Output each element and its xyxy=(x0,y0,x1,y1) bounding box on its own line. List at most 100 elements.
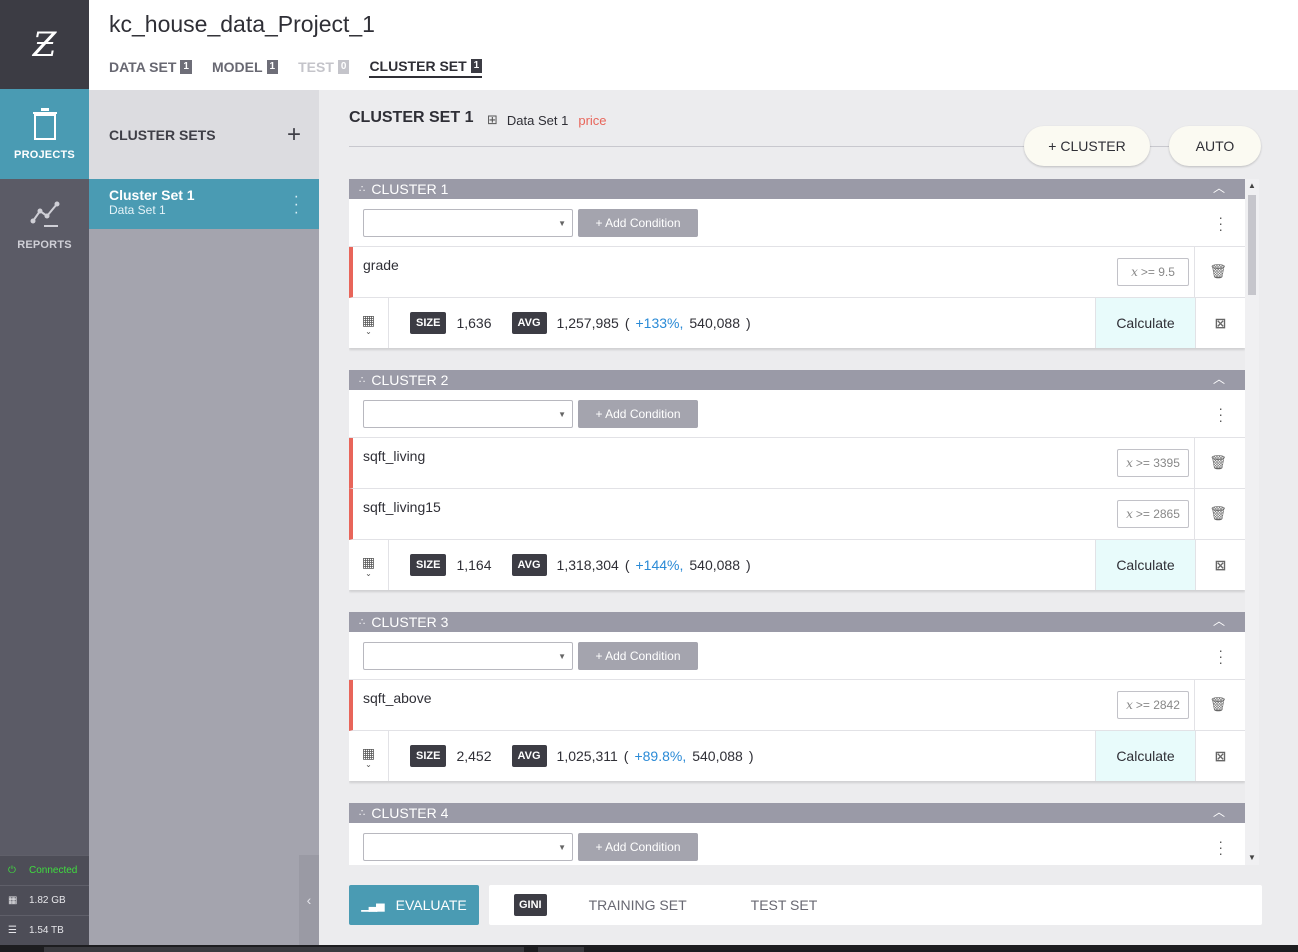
trash-icon[interactable]: 🗑 xyxy=(1209,263,1227,280)
add-cluster-set-button[interactable]: + xyxy=(287,121,301,149)
nav-reports[interactable]: REPORTS xyxy=(0,179,89,269)
calculator-icon[interactable]: ▦ ⌄ xyxy=(349,540,389,590)
condition-row: sqft_living15 x >= 2865 🗑 xyxy=(349,489,1245,540)
cluster-toolbar: ▼ + Add Condition · · · xyxy=(349,390,1245,438)
cluster-set-dataset: Data Set 1 xyxy=(109,203,166,217)
drag-handle-icon[interactable]: ∴ xyxy=(359,617,365,628)
kebab-menu-icon[interactable]: · · · xyxy=(1218,643,1223,669)
size-value: 1,636 xyxy=(456,315,492,331)
connection-status-label: Connected xyxy=(29,865,78,876)
range-input[interactable]: x >= 2865 xyxy=(1117,500,1189,528)
dataset-name[interactable]: Data Set 1 xyxy=(507,113,568,128)
variable-select[interactable]: ▼ xyxy=(363,208,573,237)
add-condition-button[interactable]: + Add Condition xyxy=(578,641,698,670)
variable-select[interactable]: ▼ xyxy=(363,641,573,670)
excel-export-icon[interactable]: ⊠ xyxy=(1195,298,1245,348)
divider xyxy=(349,146,1045,147)
tab-data-set-count: 1 xyxy=(180,60,192,74)
chevron-left-icon: ‹ xyxy=(306,892,312,908)
test-set-option[interactable]: TEST SET xyxy=(751,897,818,913)
scroll-up-icon[interactable]: ▲ xyxy=(1248,181,1256,190)
nav-projects[interactable]: PROJECTS xyxy=(0,89,89,179)
add-condition-button[interactable]: + Add Condition xyxy=(578,208,698,237)
divider xyxy=(1194,438,1195,488)
trash-icon[interactable]: 🗑 xyxy=(1209,696,1227,713)
avg-percent: +133%, xyxy=(635,315,684,331)
training-set-option[interactable]: TRAINING SET xyxy=(589,897,687,913)
tab-cluster-set-label: CLUSTER SET xyxy=(369,58,467,74)
trash-can-icon xyxy=(32,107,58,141)
cluster-set-name: Cluster Set 1 xyxy=(109,187,195,203)
sidebar-header: CLUSTER SETS + xyxy=(89,90,319,179)
drag-handle-icon[interactable]: ∴ xyxy=(359,184,365,195)
variable-select[interactable]: ▼ xyxy=(363,399,573,428)
nav-projects-label: PROJECTS xyxy=(14,149,75,161)
table-grid-icon: ⊞ xyxy=(487,112,498,127)
chevron-up-icon[interactable]: ︿ xyxy=(1213,179,1225,196)
drag-handle-icon[interactable]: ∴ xyxy=(359,375,365,386)
variable-select[interactable]: ▼ xyxy=(363,832,573,861)
condition-variable: grade xyxy=(363,257,399,273)
memory-icon: ▦ xyxy=(8,895,18,906)
baseline-avg: 540,088 xyxy=(692,748,743,764)
condition-variable: sqft_above xyxy=(363,690,432,706)
kebab-menu-icon[interactable]: · · · xyxy=(294,189,299,221)
calculate-button[interactable]: Calculate xyxy=(1095,540,1195,590)
avg-value: 1,318,304 xyxy=(556,557,619,573)
range-value: >= 2842 xyxy=(1135,698,1180,712)
range-input[interactable]: x >= 9.5 xyxy=(1117,258,1189,286)
sidebar-item-cluster-set-1[interactable]: Cluster Set 1 Data Set 1 · · · xyxy=(89,179,319,229)
calculator-icon[interactable]: ▦ ⌄ xyxy=(349,731,389,781)
kebab-menu-icon[interactable]: · · · xyxy=(1218,401,1223,427)
scroll-down-icon[interactable]: ▼ xyxy=(1248,853,1256,862)
tab-data-set[interactable]: DATA SET 1 xyxy=(109,58,192,78)
range-variable: x xyxy=(1126,507,1133,521)
range-value: >= 9.5 xyxy=(1140,265,1175,279)
excel-export-icon[interactable]: ⊠ xyxy=(1195,540,1245,590)
chevron-up-icon[interactable]: ︿ xyxy=(1213,612,1225,629)
kebab-menu-icon[interactable]: · · · xyxy=(1218,210,1223,236)
app-logo[interactable]: Ƶ xyxy=(0,0,89,89)
dataset-reference: ⊞ Data Set 1 price xyxy=(487,112,607,128)
range-value: >= 2865 xyxy=(1135,507,1180,521)
scrollbar-thumb[interactable] xyxy=(1248,195,1256,295)
condition-row: grade x >= 9.5 🗑 xyxy=(349,247,1245,298)
add-condition-button[interactable]: + Add Condition xyxy=(578,399,698,428)
calculator-icon[interactable]: ▦ ⌄ xyxy=(349,298,389,348)
collapse-sidebar-button[interactable]: ‹ xyxy=(299,855,319,945)
divider xyxy=(1194,680,1195,730)
drag-handle-icon[interactable]: ∴ xyxy=(359,808,365,819)
tab-cluster-set[interactable]: CLUSTER SET 1 xyxy=(369,58,483,78)
baseline-avg: 540,088 xyxy=(689,315,740,331)
calculate-button[interactable]: Calculate xyxy=(1095,731,1195,781)
tab-test[interactable]: TEST 0 xyxy=(298,58,350,78)
chevron-up-icon[interactable]: ︿ xyxy=(1213,370,1225,387)
cluster-stats: ▦ ⌄ SIZE 2,452 AVG 1,025,311 ( +89.8%, 54… xyxy=(349,731,1245,781)
trash-icon[interactable]: 🗑 xyxy=(1209,505,1227,522)
kebab-menu-icon[interactable]: · · · xyxy=(1218,834,1223,860)
cluster-stats: ▦ ⌄ SIZE 1,164 AVG 1,318,304 ( +144%, 540… xyxy=(349,540,1245,590)
cluster-card: ∴ CLUSTER 4 ︿ ▼ + Add Condition · · · xyxy=(349,803,1245,865)
paren-close: ) xyxy=(748,748,754,764)
cluster-header[interactable]: ∴ CLUSTER 3 ︿ xyxy=(349,612,1245,632)
add-cluster-button[interactable]: + CLUSTER xyxy=(1024,126,1150,166)
auto-button[interactable]: AUTO xyxy=(1169,126,1261,166)
disk-icon: ☰ xyxy=(8,925,17,936)
baseline-avg: 540,088 xyxy=(689,557,740,573)
trash-icon[interactable]: 🗑 xyxy=(1209,454,1227,471)
range-input[interactable]: x >= 2842 xyxy=(1117,691,1189,719)
cluster-card: ∴ CLUSTER 3 ︿ ▼ + Add Condition · · · sqft… xyxy=(349,612,1245,781)
cluster-list-scrollbar[interactable]: ▲ ▼ xyxy=(1245,179,1259,865)
calculate-button[interactable]: Calculate xyxy=(1095,298,1195,348)
evaluate-button[interactable]: ▁▃▅ EVALUATE xyxy=(349,885,479,925)
memory-status: ▦ 1.82 GB xyxy=(0,885,89,915)
cluster-header[interactable]: ∴ CLUSTER 2 ︿ xyxy=(349,370,1245,390)
tab-model[interactable]: MODEL 1 xyxy=(212,58,279,78)
range-input[interactable]: x >= 3395 xyxy=(1117,449,1189,477)
cluster-header[interactable]: ∴ CLUSTER 4 ︿ xyxy=(349,803,1245,823)
excel-export-icon[interactable]: ⊠ xyxy=(1195,731,1245,781)
cluster-header[interactable]: ∴ CLUSTER 1 ︿ xyxy=(349,179,1245,199)
add-condition-button[interactable]: + Add Condition xyxy=(578,832,698,861)
chevron-up-icon[interactable]: ︿ xyxy=(1213,803,1225,820)
metric-badge[interactable]: GINI xyxy=(514,894,547,916)
